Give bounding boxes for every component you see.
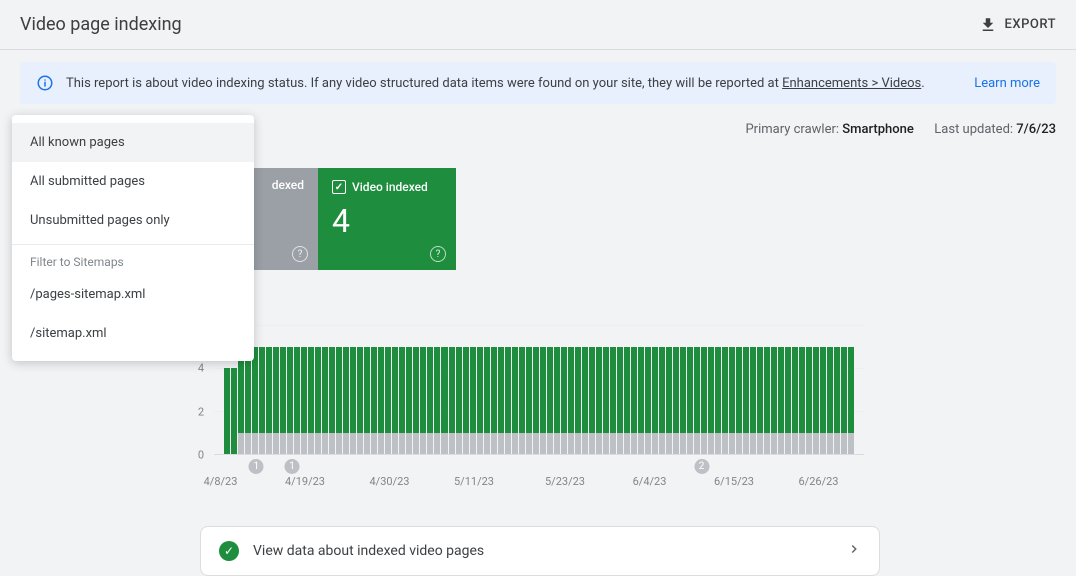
learn-more-link[interactable]: Learn more — [974, 76, 1040, 91]
help-icon[interactable]: ? — [292, 246, 308, 262]
export-label: EXPORT — [1005, 17, 1056, 32]
chevron-right-icon — [847, 542, 861, 560]
bars — [214, 325, 864, 454]
tile-value: 4 — [332, 202, 442, 240]
chart: 0 2 4 6 1 1 2 4/8/23 4/19/23 4/30/23 5/1… — [190, 325, 880, 495]
checkbox-icon — [332, 180, 346, 194]
export-button[interactable]: EXPORT — [979, 16, 1056, 34]
tile-video-indexed[interactable]: Video indexed 4 ? — [318, 168, 456, 270]
plot-area — [214, 325, 864, 455]
info-banner: This report is about video indexing stat… — [20, 62, 1056, 104]
menu-item-all-submitted[interactable]: All submitted pages — [12, 162, 254, 201]
tile-no-video-indexed[interactable]: dexed ? — [254, 168, 318, 270]
info-icon — [36, 74, 54, 92]
tile-label-partial: dexed — [272, 178, 304, 192]
page-header: Video page indexing EXPORT — [0, 0, 1076, 50]
filter-dropdown: All known pages All submitted pages Unsu… — [12, 115, 254, 361]
link-row-label: View data about indexed video pages — [253, 543, 484, 559]
banner-text: This report is about video indexing stat… — [66, 76, 962, 91]
menu-divider: Filter to Sitemaps — [12, 244, 254, 275]
marker[interactable]: 2 — [694, 459, 709, 474]
enhancements-link[interactable]: Enhancements > Videos — [782, 76, 921, 91]
help-icon[interactable]: ? — [430, 246, 446, 262]
download-icon — [979, 16, 997, 34]
marker[interactable]: 1 — [285, 459, 300, 474]
menu-item-all-known[interactable]: All known pages — [12, 123, 254, 162]
page-title: Video page indexing — [20, 14, 182, 35]
tile-label: Video indexed — [332, 180, 442, 194]
menu-item-sitemap-0[interactable]: /pages-sitemap.xml — [12, 275, 254, 314]
menu-item-sitemap-1[interactable]: /sitemap.xml — [12, 314, 254, 353]
check-circle-icon: ✓ — [219, 541, 239, 561]
marker[interactable]: 1 — [249, 459, 264, 474]
indexed-pages-link[interactable]: ✓ View data about indexed video pages — [200, 526, 880, 576]
menu-item-unsubmitted[interactable]: Unsubmitted pages only — [12, 201, 254, 240]
